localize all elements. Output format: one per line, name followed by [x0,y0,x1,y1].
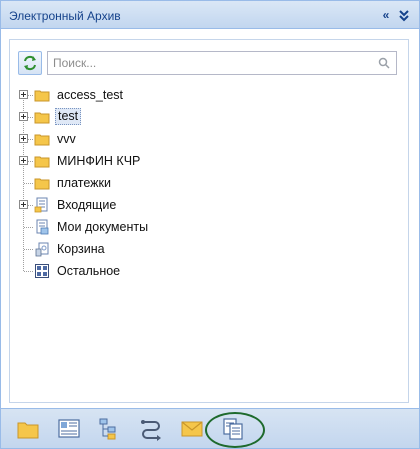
expand-toggle-icon[interactable] [19,200,28,209]
incoming-documents-icon [34,197,48,213]
card-list-nav-button[interactable] [57,417,81,441]
tree-branch-line [28,139,33,140]
tree-branch-line [28,161,33,162]
panel-header: Электронный Архив « [1,1,419,29]
tree-node[interactable]: access_test [10,84,408,106]
folder-icon [17,422,39,439]
mail-nav-button[interactable] [180,417,204,441]
expand-toggle-icon[interactable] [19,90,28,99]
tree-node-label[interactable]: vvv [55,131,78,147]
expand-toggle-icon[interactable] [19,134,28,143]
search-field[interactable] [47,51,397,75]
tree-node[interactable]: Входящие [10,194,408,216]
documents-nav-button[interactable] [221,417,245,441]
tree-node[interactable]: vvv [10,128,408,150]
tree-node[interactable]: МИНФИН КЧР [10,150,408,172]
double-chevron-left-icon[interactable]: « [379,8,393,22]
tree-branch-line [24,271,33,272]
tree-node[interactable]: Корзина [10,238,408,260]
refresh-icon [24,55,36,71]
expand-toggle-icon[interactable] [19,112,28,121]
tree-branch-line [28,95,33,96]
tree-node-label[interactable]: Входящие [55,197,118,213]
other-grid-icon [35,264,49,278]
expand-toggle-icon[interactable] [19,156,28,165]
refresh-button[interactable] [18,51,42,75]
search-icon[interactable] [378,57,390,69]
workflow-icon [141,420,161,441]
tree-branch-line [24,227,33,228]
panel-body: access_test test [1,30,419,408]
folder-nav-button[interactable] [16,417,40,441]
folder-icon [34,178,50,190]
tree-branch-line [24,249,33,250]
mail-icon [181,421,203,437]
tree-node[interactable]: Остальное [10,260,408,282]
tree-node-label[interactable]: МИНФИН КЧР [55,153,142,169]
folder-icon [34,112,50,124]
tree-node-label[interactable]: Остальное [55,263,122,279]
tree-node-label[interactable]: access_test [55,87,125,103]
my-documents-icon [36,219,49,235]
folder-icon [34,134,50,146]
folder-icon [34,156,50,168]
structure-nav-button[interactable] [98,417,122,441]
folder-icon [34,90,50,102]
archive-tree-container: access_test test [9,39,409,403]
recycle-bin-icon [35,242,49,257]
tree-node-label[interactable]: Корзина [55,241,107,257]
archive-panel: Электронный Архив « Поиск... access_test… [0,0,420,449]
tree-structure-icon [99,418,116,440]
workflow-nav-button[interactable] [139,417,163,441]
tree-node[interactable]: платежки [10,172,408,194]
search-input[interactable] [48,52,368,74]
tree-branch-line [24,183,33,184]
documents-copy-icon [223,418,243,440]
navigation-toolbar [1,408,419,448]
tree-node-label[interactable]: платежки [55,175,113,191]
tree-branch-line [28,205,33,206]
card-list-icon [58,419,80,438]
tree-node-label[interactable]: test [55,108,82,125]
tree-node[interactable]: test [10,106,408,128]
double-chevron-down-icon[interactable] [397,8,411,22]
panel-title: Электронный Архив [9,9,121,23]
tree-node-label[interactable]: Мои документы [55,219,150,235]
tree-node[interactable]: Мои документы [10,216,408,238]
tree-branch-line [28,117,33,118]
